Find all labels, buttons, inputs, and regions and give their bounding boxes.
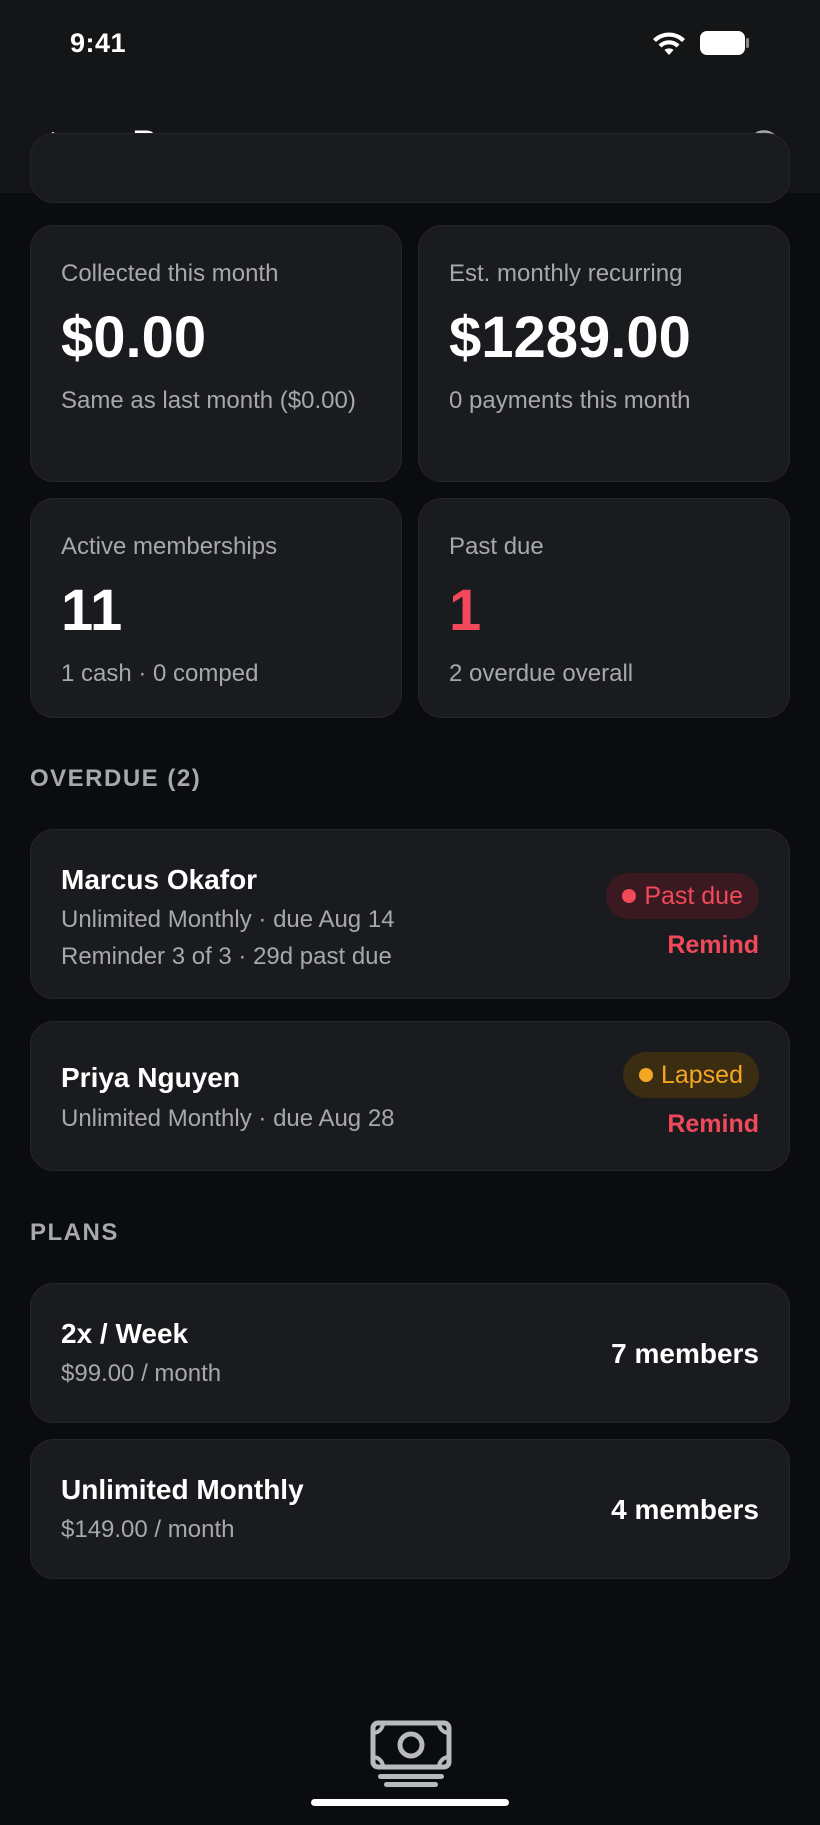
collected-card: Collected this month $0.00 Same as last … [30, 225, 402, 482]
recurring-card: Est. monthly recurring $1289.00 0 paymen… [418, 225, 790, 482]
status-icons [652, 30, 750, 61]
stat-sub: 1 cash · 0 comped [61, 660, 259, 687]
plan-item[interactable]: Unlimited Monthly $149.00 / month 4 memb… [30, 1439, 790, 1579]
stat-sub: 0 payments this month [449, 387, 691, 414]
status-badge: Past due [606, 873, 759, 919]
overdue-header: OVERDUE (2) [30, 765, 202, 792]
stat-value: 1 [449, 578, 482, 643]
stat-label: Past due [449, 533, 544, 560]
plan-name: Unlimited Monthly [61, 1474, 304, 1505]
member-name: Priya Nguyen [61, 1062, 240, 1093]
member-plan-due: Unlimited Monthly · due Aug 28 [61, 1105, 395, 1132]
stat-value: $1289.00 [449, 305, 691, 370]
member-plan-due: Unlimited Monthly · due Aug 14 [61, 906, 395, 933]
status-badge-label: Lapsed [660, 1060, 743, 1089]
stat-label: Collected this month [61, 260, 279, 287]
previous-card [30, 133, 790, 203]
home-indicator [311, 1799, 509, 1806]
status-time: 9:41 [70, 28, 127, 58]
active-memberships-card: Active memberships 11 1 cash · 0 comped [30, 498, 402, 718]
plans-header: PLANS [30, 1219, 119, 1246]
remind-button[interactable]: Remind [667, 1110, 759, 1139]
plan-member-count: 4 members [611, 1494, 759, 1525]
stat-value: $0.00 [61, 305, 207, 370]
plan-item[interactable]: 2x / Week $99.00 / month 7 members [30, 1283, 790, 1423]
revenue-tab-button[interactable] [370, 1720, 452, 1788]
plan-member-count: 7 members [611, 1338, 759, 1369]
member-reminder-status: Reminder 3 of 3 · 29d past due [61, 943, 392, 970]
stat-label: Est. monthly recurring [449, 260, 683, 287]
status-bar: 9:41 [0, 0, 820, 100]
money-icon [370, 1720, 452, 1787]
past-due-card: Past due 1 2 overdue overall [418, 498, 790, 718]
member-name: Marcus Okafor [61, 864, 258, 895]
stat-value: 11 [61, 578, 123, 643]
status-badge-label: Past due [644, 881, 743, 910]
stat-label: Active memberships [61, 533, 278, 560]
stat-sub: 2 overdue overall [449, 660, 634, 687]
battery-icon [700, 30, 750, 61]
remind-button[interactable]: Remind [667, 931, 759, 960]
status-badge: Lapsed [622, 1052, 759, 1098]
overdue-item[interactable]: Priya Nguyen Unlimited Monthly · due Aug… [30, 1021, 790, 1171]
status-dot-icon [638, 1068, 653, 1082]
overdue-item[interactable]: Marcus Okafor Unlimited Monthly · due Au… [30, 829, 790, 999]
stat-sub: Same as last month ($0.00) [61, 387, 356, 414]
plan-name: 2x / Week [61, 1318, 189, 1349]
wifi-icon [652, 30, 686, 61]
plan-price: $99.00 / month [61, 1360, 222, 1387]
status-dot-icon [622, 889, 637, 903]
plan-price: $149.00 / month [61, 1516, 235, 1543]
